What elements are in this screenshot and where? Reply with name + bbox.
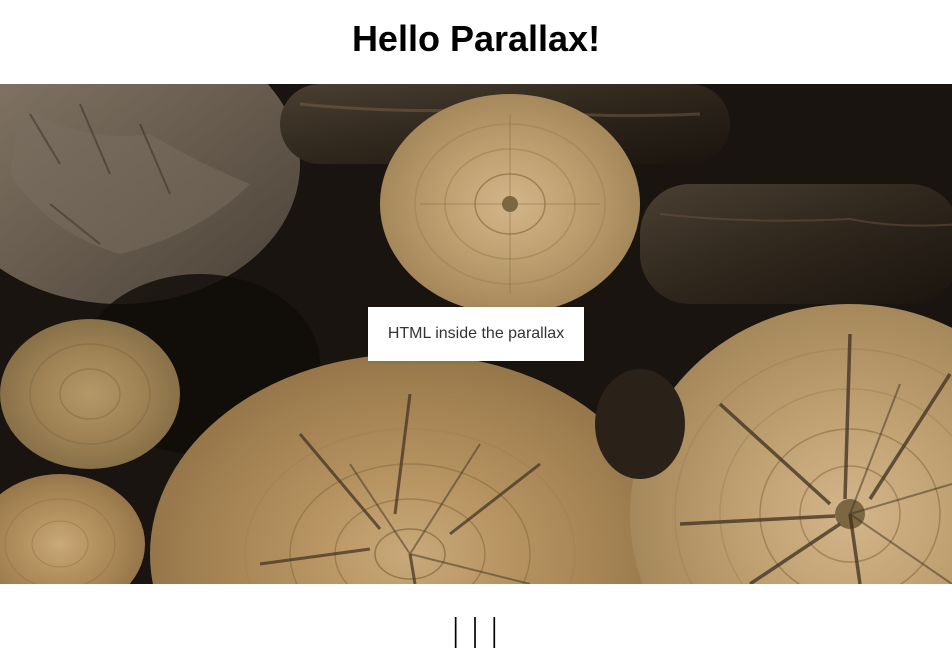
parallax-container: HTML inside the parallax <box>0 84 952 584</box>
parallax-overlay-label: HTML inside the parallax <box>368 307 584 361</box>
section-separator: | | | <box>0 584 952 650</box>
page-title: Hello Parallax! <box>0 0 952 84</box>
